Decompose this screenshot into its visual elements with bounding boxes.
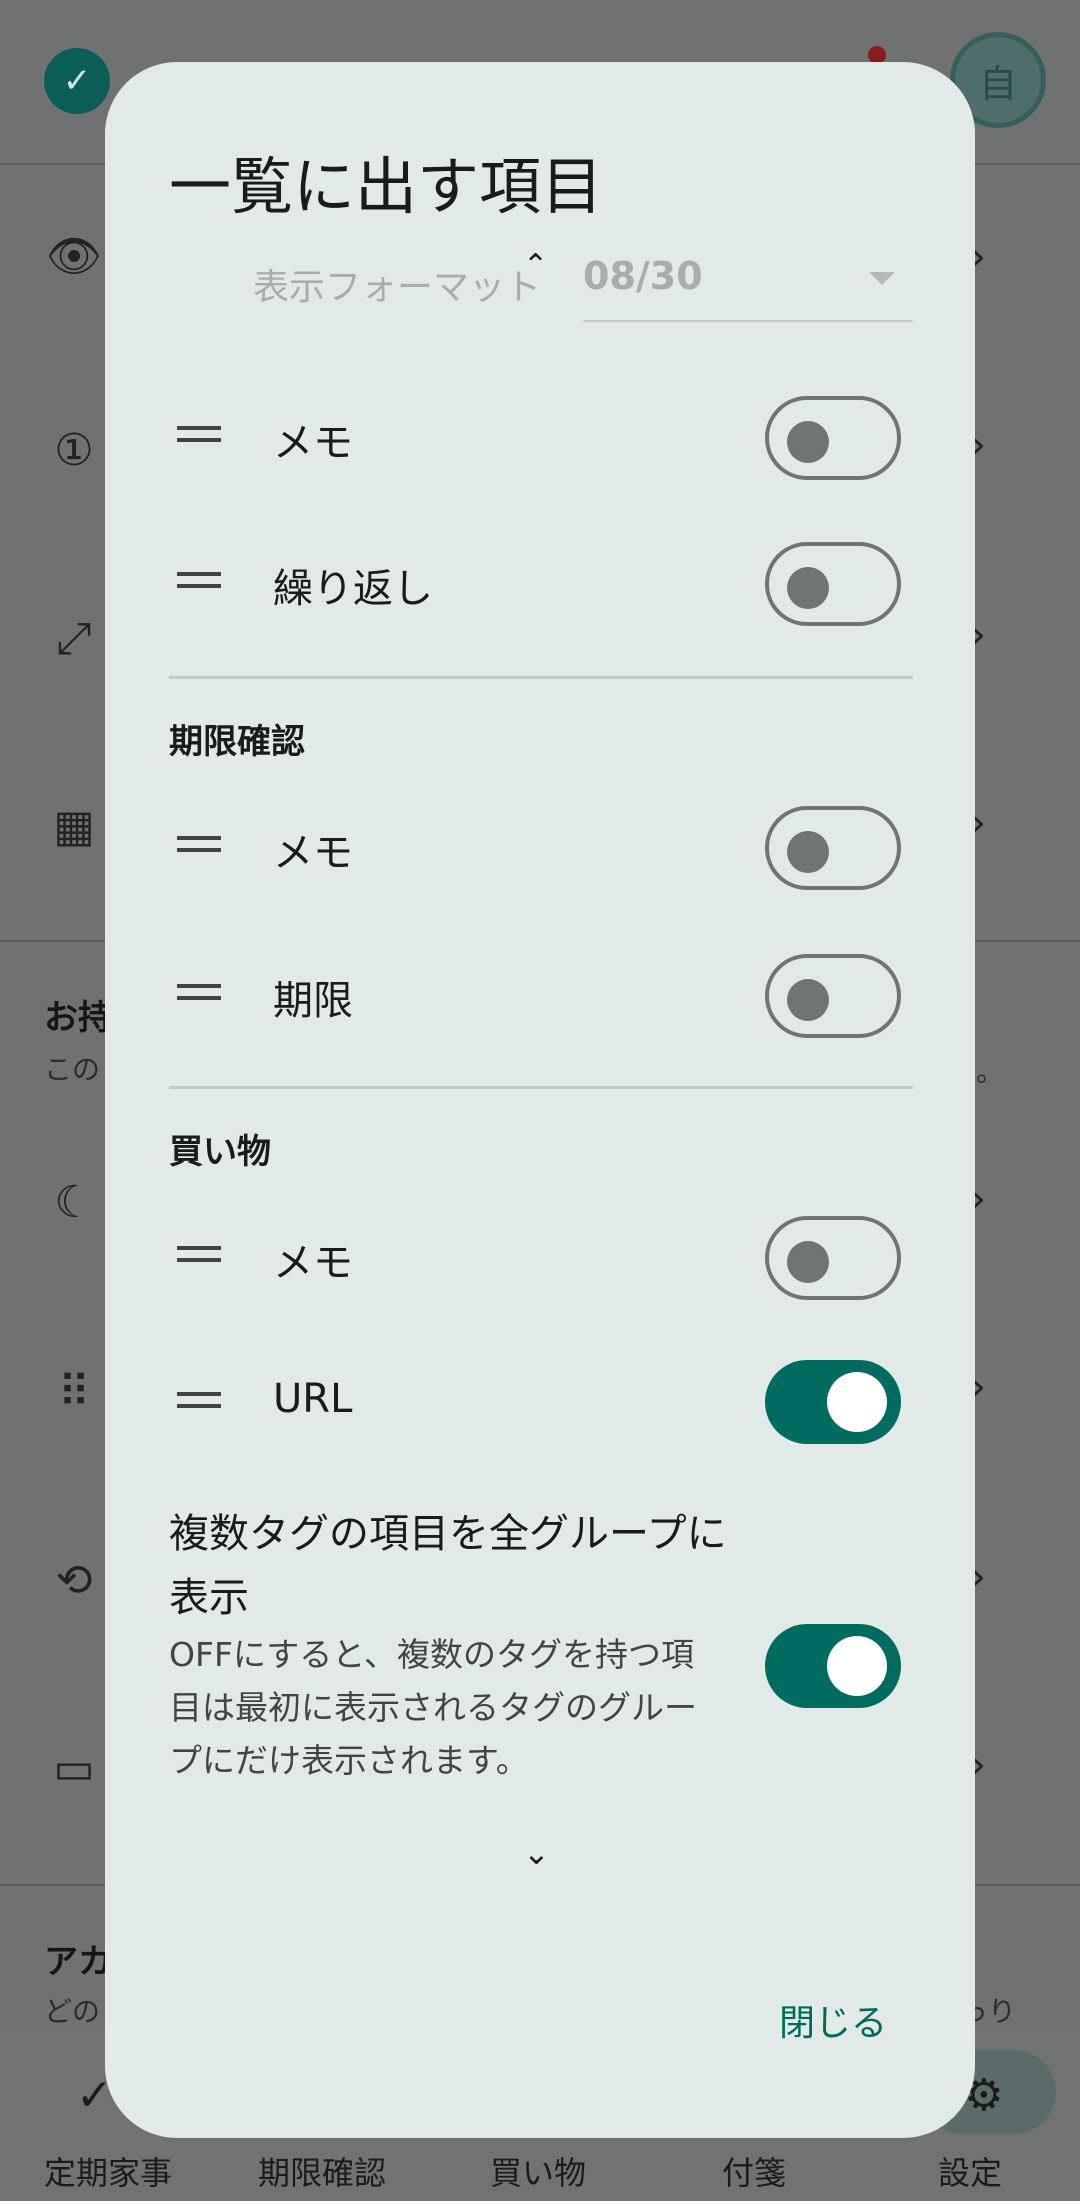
drag-handle-icon[interactable] <box>177 836 221 858</box>
item-label: メモ <box>273 420 353 466</box>
group-header: 買い物 <box>169 1132 271 1172</box>
drag-handle-icon[interactable] <box>177 1246 221 1268</box>
item-label: メモ <box>273 830 353 876</box>
dots-grid-icon: ⠿ <box>57 1366 91 1418</box>
window-icon: ▭ <box>53 1742 95 1794</box>
item-label: メモ <box>273 1240 353 1286</box>
section-title: お持 <box>44 998 112 1038</box>
scroll-up-icon[interactable]: ⌃ <box>523 248 563 288</box>
item-label: URL <box>273 1376 353 1422</box>
list-item: メモ <box>105 792 975 902</box>
nav-item-shopping[interactable]: 買い物 <box>490 2148 586 2194</box>
account-section-title: アカ <box>44 1942 112 1982</box>
close-button[interactable]: 閉じる <box>765 1984 901 2056</box>
gradient-icon: ▦ <box>53 800 95 852</box>
number-one-icon: ① <box>54 424 94 476</box>
list-item: URL <box>105 1348 975 1458</box>
group-header: 期限確認 <box>169 722 305 762</box>
format-value: 08/30 <box>583 254 703 298</box>
drag-handle-icon[interactable] <box>177 426 221 448</box>
crop-rotate-icon: ⟲ <box>55 1554 93 1606</box>
item-label: 繰り返し <box>273 566 433 612</box>
nav-item-expiry[interactable]: 期限確認 <box>258 2148 386 2194</box>
toggle-switch[interactable] <box>765 542 901 626</box>
list-item: メモ <box>105 1202 975 1312</box>
divider <box>169 1086 913 1089</box>
moon-icon: ☾ <box>54 1176 94 1228</box>
item-label: 期限 <box>273 978 353 1024</box>
multi-tag-description: OFFにすると、複数のタグを持つ項目は最初に表示されるタグのグループにだけ表示さ… <box>169 1635 697 1780</box>
multi-tag-title: 複数タグの項目を全グループに表示 <box>169 1511 727 1621</box>
eye-icon: 👁 <box>46 231 102 282</box>
scroll-down-icon[interactable]: ⌄ <box>523 1834 550 1872</box>
drag-handle-icon[interactable] <box>177 984 221 1006</box>
list-item: 繰り返し <box>105 528 975 638</box>
list-items-dialog: 一覧に出す項目 表示フォーマット ⌃ 08/30 メモ 繰り返し 期限確認 メモ… <box>105 62 975 2138</box>
toggle-switch[interactable] <box>765 396 901 480</box>
nav-item-settings[interactable]: 設定 <box>938 2148 1002 2194</box>
list-item: 期限 <box>105 940 975 1050</box>
list-item: メモ <box>105 382 975 492</box>
drag-handle-icon[interactable] <box>177 572 221 594</box>
nav-item-chores[interactable]: 定期家事 <box>44 2148 172 2194</box>
section-subtitle: この <box>44 1053 101 1086</box>
expand-icon: ⤢ <box>56 612 92 664</box>
dropdown-arrow-icon <box>869 272 895 285</box>
multi-tag-toggle[interactable] <box>765 1624 901 1708</box>
toggle-switch[interactable] <box>765 1360 901 1444</box>
toggle-switch[interactable] <box>765 954 901 1038</box>
format-select[interactable]: 08/30 <box>583 246 913 322</box>
section-subtitle-end: 。 <box>976 1055 1005 1088</box>
toggle-switch[interactable] <box>765 1216 901 1300</box>
dialog-title: 一覧に出す項目 <box>169 150 604 223</box>
nav-item-sticky[interactable]: 付箋 <box>722 2148 786 2194</box>
format-label: 表示フォーマット <box>253 267 542 308</box>
toggle-switch[interactable] <box>765 806 901 890</box>
app-logo-icon: ✓ <box>44 48 110 114</box>
divider <box>169 676 913 679</box>
account-subtitle: どの <box>44 1995 101 2028</box>
drag-handle-icon[interactable] <box>177 1392 221 1414</box>
